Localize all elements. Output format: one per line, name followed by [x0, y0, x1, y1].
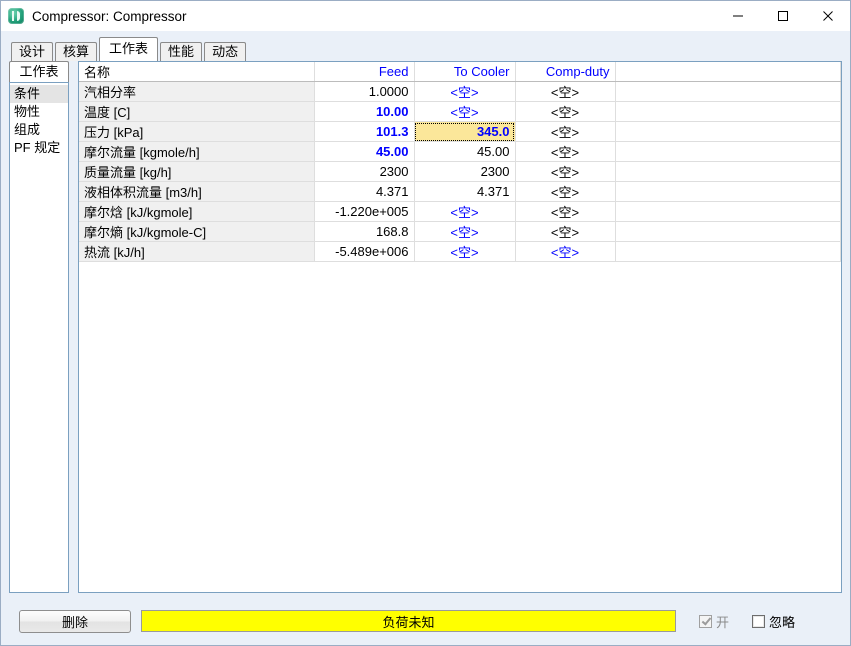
empty-cell [615, 161, 841, 182]
value-cell[interactable]: <空> [414, 81, 516, 102]
row-label-cell[interactable]: 汽相分率 [79, 81, 315, 102]
row-label-cell[interactable]: 摩尔流量 [kgmole/h] [79, 141, 315, 162]
row-label-cell[interactable]: 液相体积流量 [m3/h] [79, 181, 315, 202]
content-area: 工作表 条件 物性 组成 PF 规定 名称 Feed To Cooler Com… [1, 61, 850, 645]
table-row: 摩尔熵 [kJ/kgmole-C] 168.8 <空> <空> [79, 221, 841, 242]
empty-cell [615, 141, 841, 162]
value-cell[interactable]: 10.00 [314, 101, 415, 122]
window-controls [715, 1, 850, 31]
empty-cell [615, 101, 841, 122]
sidebar-item-pf-specs[interactable]: PF 规定 [10, 139, 68, 157]
value-cell[interactable]: 2300 [414, 161, 516, 182]
minimize-icon [732, 15, 743, 17]
table-body: 汽相分率 1.0000 <空> <空> 温度 [C] 10.00 <空> <空> 压力 [kPa… [79, 81, 841, 262]
empty-cell [615, 221, 841, 242]
on-checkbox-label: 开 [716, 614, 730, 630]
worksheet-table: 名称 Feed To Cooler Comp-duty 汽相分率 1.0000 <空… [79, 62, 841, 262]
column-header-comp-duty[interactable]: Comp-duty [515, 62, 616, 82]
value-cell[interactable]: 4.371 [414, 181, 516, 202]
worksheet-nav-pane: 工作表 条件 物性 组成 PF 规定 [9, 61, 69, 593]
empty-cell [615, 81, 841, 102]
sidebar-item-composition[interactable]: 组成 [10, 121, 68, 139]
value-cell[interactable]: <空> [515, 121, 616, 142]
tab-design[interactable]: 设计 [11, 42, 54, 61]
delete-button[interactable]: 删除 [19, 609, 131, 633]
row-label-cell[interactable]: 温度 [C] [79, 101, 315, 122]
value-cell[interactable]: 1.0000 [314, 81, 415, 102]
value-cell[interactable]: <空> [414, 101, 516, 122]
row-label-cell[interactable]: 压力 [kPa] [79, 121, 315, 142]
value-cell[interactable]: 45.00 [314, 141, 415, 162]
bottom-bar: 删除 负荷未知 开 忽略 [1, 597, 850, 645]
table-row: 汽相分率 1.0000 <空> <空> [79, 81, 841, 102]
value-cell[interactable]: 4.371 [314, 181, 415, 202]
empty-cell [615, 121, 841, 142]
column-header-empty [615, 62, 841, 82]
sidebar-item-properties[interactable]: 物性 [10, 103, 68, 121]
tab-worksheet[interactable]: 工作表 [99, 37, 159, 61]
value-cell[interactable]: <空> [515, 81, 616, 102]
tab-rating[interactable]: 核算 [55, 42, 98, 61]
row-label-cell[interactable]: 热流 [kJ/h] [79, 241, 315, 262]
table-row: 摩尔焓 [kJ/kgmole] -1.220e+005 <空> <空> [79, 201, 841, 222]
value-cell[interactable]: -1.220e+005 [314, 201, 415, 222]
table-row: 质量流量 [kg/h] 2300 2300 <空> [79, 161, 841, 182]
table-row: 压力 [kPa] 101.3 345.0 <空> [79, 121, 841, 142]
column-header-feed[interactable]: Feed [314, 62, 415, 82]
value-cell[interactable]: <空> [515, 241, 616, 262]
row-label-cell[interactable]: 摩尔熵 [kJ/kgmole-C] [79, 221, 315, 242]
checkbox-checked-icon [699, 614, 712, 628]
compressor-window: Compressor: Compressor 设计 核算 工作表 性能 动态 工… [0, 0, 851, 646]
value-cell[interactable]: 2300 [314, 161, 415, 182]
sidebar-item-conditions[interactable]: 条件 [10, 85, 68, 103]
value-cell[interactable]: <空> [515, 161, 616, 182]
row-label-cell[interactable]: 质量流量 [kg/h] [79, 161, 315, 182]
ignore-checkbox[interactable]: 忽略 [752, 612, 795, 631]
window-title: Compressor: Compressor [32, 8, 187, 24]
table-row: 温度 [C] 10.00 <空> <空> [79, 101, 841, 122]
empty-cell [615, 201, 841, 222]
checkbox-unchecked-icon [752, 614, 766, 628]
table-row: 液相体积流量 [m3/h] 4.371 4.371 <空> [79, 181, 841, 202]
value-cell[interactable]: 101.3 [314, 121, 415, 142]
worksheet-grid-pane: 名称 Feed To Cooler Comp-duty 汽相分率 1.0000 <空… [78, 61, 842, 593]
ignore-checkbox-label: 忽略 [769, 614, 796, 630]
table-row: 热流 [kJ/h] -5.489e+006 <空> <空> [79, 241, 841, 262]
empty-cell [615, 181, 841, 202]
value-cell[interactable]: <空> [515, 201, 616, 222]
value-cell[interactable]: <空> [414, 221, 516, 242]
column-header-to-cooler[interactable]: To Cooler [414, 62, 516, 82]
tab-dynamics[interactable]: 动态 [204, 42, 247, 61]
maximize-icon [777, 11, 788, 21]
on-checkbox[interactable]: 开 [699, 612, 729, 631]
row-label-cell[interactable]: 摩尔焓 [kJ/kgmole] [79, 201, 315, 222]
value-cell[interactable]: 345.0 [414, 121, 516, 142]
table-row: 摩尔流量 [kgmole/h] 45.00 45.00 <空> [79, 141, 841, 162]
status-message-box: 负荷未知 [141, 610, 676, 632]
main-tab-strip: 设计 核算 工作表 性能 动态 [1, 36, 850, 61]
panes-container: 工作表 条件 物性 组成 PF 规定 名称 Feed To Cooler Com… [9, 61, 842, 593]
table-header-row: 名称 Feed To Cooler Comp-duty [79, 62, 841, 82]
nav-list: 条件 物性 组成 PF 规定 [9, 82, 69, 593]
column-header-name[interactable]: 名称 [79, 62, 315, 82]
nav-header-worksheet[interactable]: 工作表 [9, 61, 69, 82]
value-cell[interactable]: -5.489e+006 [314, 241, 415, 262]
value-cell[interactable]: <空> [515, 181, 616, 202]
value-cell[interactable]: <空> [414, 241, 516, 262]
title-bar: Compressor: Compressor [1, 1, 850, 31]
value-cell[interactable]: 45.00 [414, 141, 516, 162]
value-cell[interactable]: 168.8 [314, 221, 415, 242]
close-icon [822, 11, 833, 21]
empty-cell [615, 241, 841, 262]
close-button[interactable] [805, 1, 850, 31]
value-cell[interactable]: <空> [515, 221, 616, 242]
value-cell[interactable]: <空> [515, 101, 616, 122]
maximize-button[interactable] [760, 1, 805, 31]
app-icon [8, 8, 24, 24]
value-cell[interactable]: <空> [414, 201, 516, 222]
value-cell[interactable]: <空> [515, 141, 616, 162]
minimize-button[interactable] [715, 1, 760, 31]
tab-performance[interactable]: 性能 [160, 42, 203, 61]
